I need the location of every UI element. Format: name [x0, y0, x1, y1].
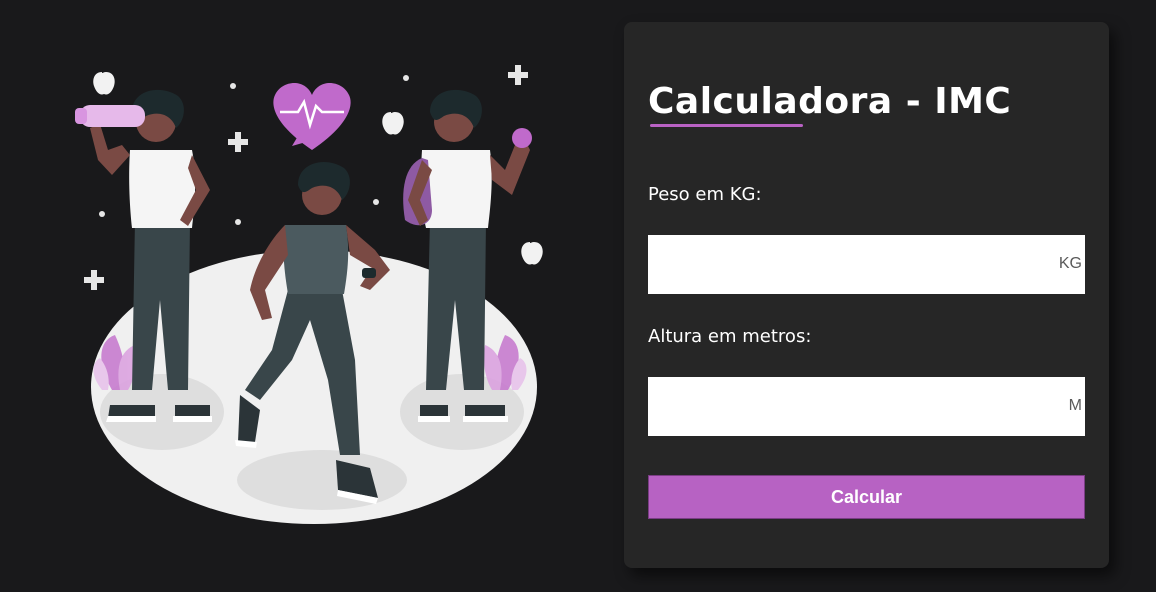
page-title: Calculadora - IMC: [648, 81, 1012, 122]
height-input[interactable]: [648, 377, 1048, 436]
weight-field[interactable]: KG: [648, 235, 1085, 294]
weight-input[interactable]: [648, 235, 1048, 294]
title-underline: [650, 124, 803, 127]
calculate-button[interactable]: Calcular: [648, 475, 1085, 519]
weight-label: Peso em KG:: [648, 184, 762, 205]
fitness-people-illustration: [75, 65, 543, 524]
height-field[interactable]: M: [648, 377, 1085, 436]
heart-rate-icon: [273, 82, 351, 150]
height-unit: M: [1068, 397, 1082, 414]
calculator-card: Calculadora - IMC Peso em KG: KG Altura …: [624, 22, 1109, 568]
page: Calculadora - IMC Peso em KG: KG Altura …: [0, 0, 1156, 592]
height-label: Altura em metros:: [648, 326, 812, 347]
weight-unit: KG: [1058, 255, 1082, 272]
